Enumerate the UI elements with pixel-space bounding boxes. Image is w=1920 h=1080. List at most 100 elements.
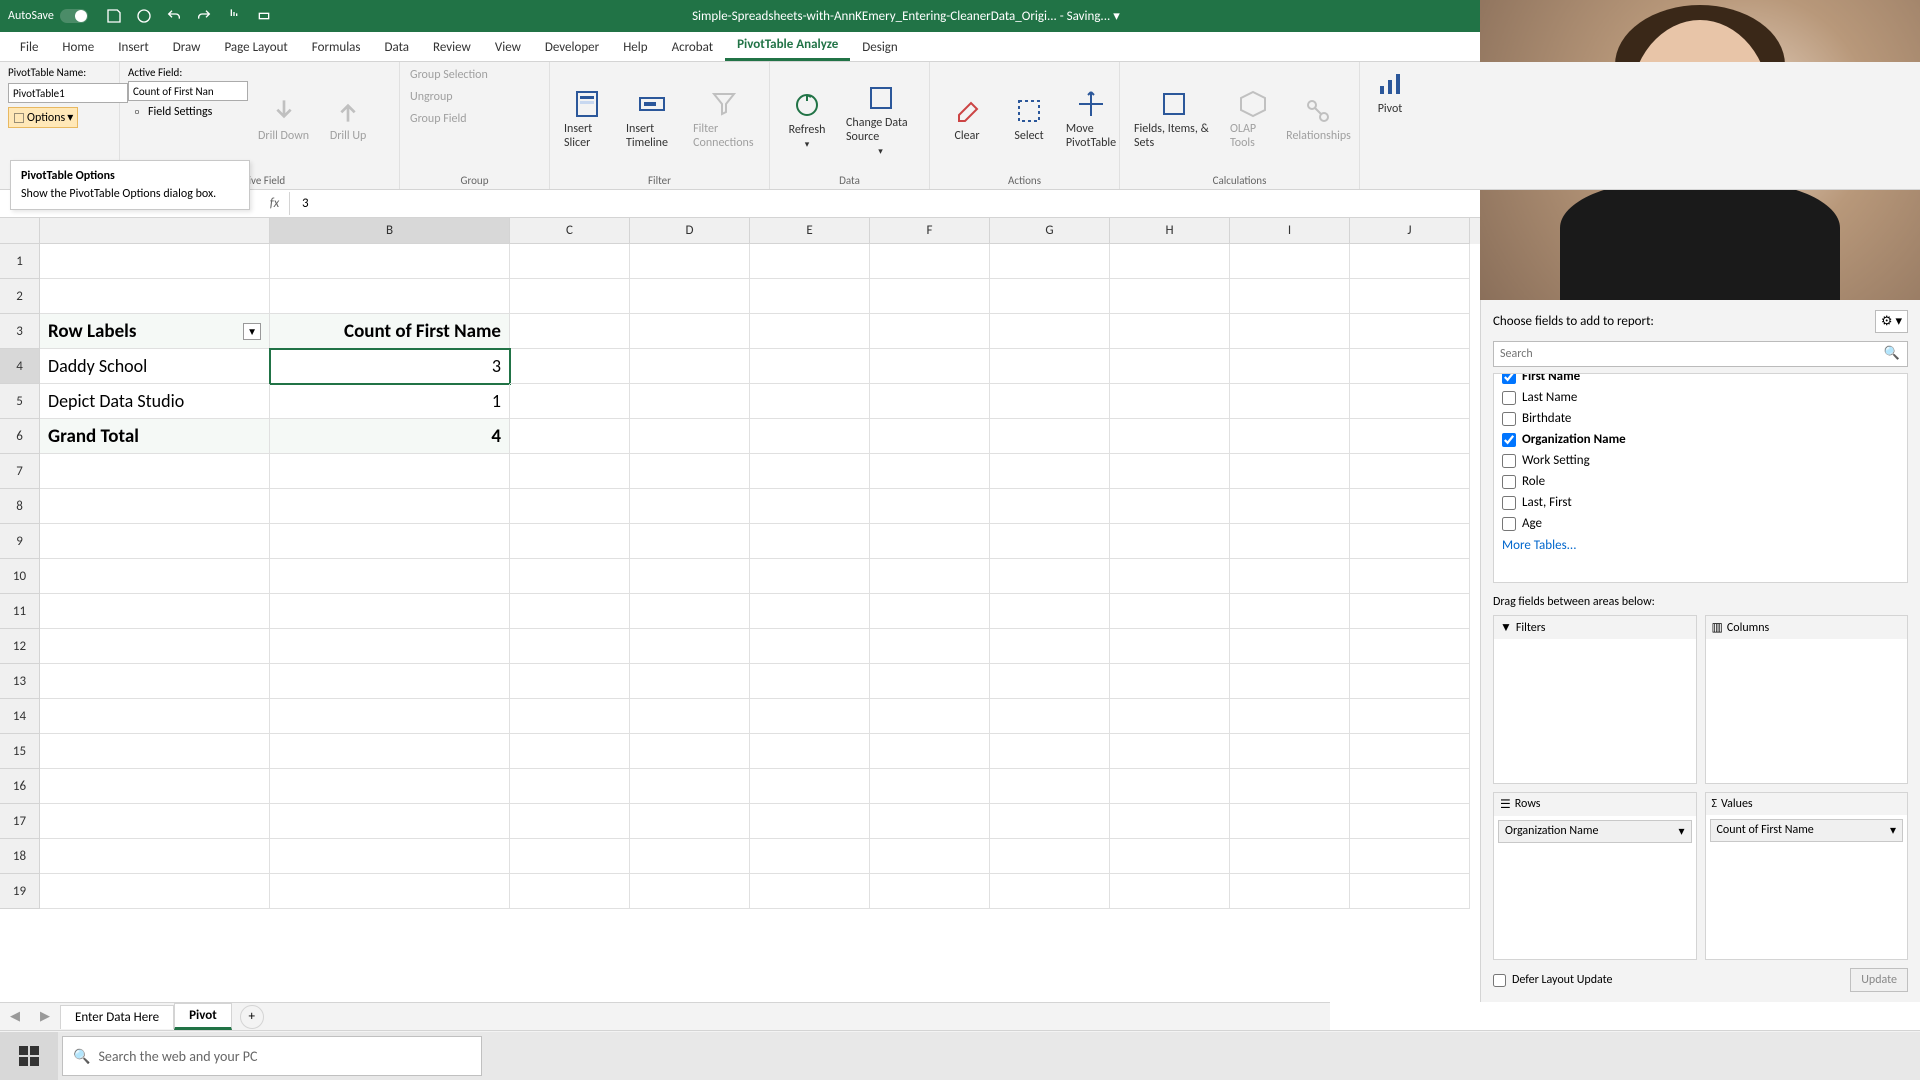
- fields-items-sets-button[interactable]: Fields, Items, & Sets: [1128, 66, 1220, 172]
- formula-value[interactable]: 3: [290, 196, 321, 211]
- pivottable-name-input[interactable]: [8, 83, 128, 103]
- tab-pivottable-analyze[interactable]: PivotTable Analyze: [725, 31, 850, 61]
- field-item[interactable]: Birthdate: [1494, 408, 1907, 429]
- col-header[interactable]: J: [1350, 218, 1470, 244]
- refresh-button[interactable]: Refresh ▾: [778, 66, 836, 172]
- field-checkbox[interactable]: [1502, 412, 1516, 426]
- more-tables-link[interactable]: More Tables...: [1494, 534, 1907, 557]
- row-header[interactable]: 2: [0, 279, 40, 314]
- field-pane-gear-button[interactable]: ⚙ ▾: [1875, 310, 1908, 333]
- pivot-row-value[interactable]: 1: [270, 384, 510, 419]
- row-header[interactable]: 3: [0, 314, 40, 349]
- col-header[interactable]: C: [510, 218, 630, 244]
- col-header[interactable]: I: [1230, 218, 1350, 244]
- rows-area[interactable]: ☰Rows Organization Name▾: [1493, 792, 1697, 961]
- col-header[interactable]: E: [750, 218, 870, 244]
- values-pill[interactable]: Count of First Name▾: [1710, 819, 1904, 842]
- tab-draw[interactable]: Draw: [161, 34, 213, 61]
- field-item[interactable]: Role: [1494, 471, 1907, 492]
- sheet-tab[interactable]: Pivot: [174, 1003, 232, 1030]
- sheet-nav-prev[interactable]: ◀: [0, 1009, 30, 1024]
- tab-data[interactable]: Data: [373, 34, 422, 61]
- field-search-input[interactable]: [1493, 341, 1908, 367]
- row-header[interactable]: 13: [0, 664, 40, 699]
- print-icon[interactable]: [256, 8, 272, 24]
- col-header[interactable]: D: [630, 218, 750, 244]
- field-item[interactable]: Age: [1494, 513, 1907, 534]
- col-header[interactable]: G: [990, 218, 1110, 244]
- sheet-tab[interactable]: Enter Data Here: [60, 1005, 174, 1029]
- row-header[interactable]: 1: [0, 244, 40, 279]
- tab-file[interactable]: File: [8, 34, 50, 61]
- row-header[interactable]: 9: [0, 524, 40, 559]
- pivot-row-label[interactable]: Depict Data Studio: [40, 384, 270, 419]
- row-header[interactable]: 17: [0, 804, 40, 839]
- tab-view[interactable]: View: [483, 34, 533, 61]
- field-item[interactable]: Organization Name: [1494, 429, 1907, 450]
- taskbar-search[interactable]: 🔍 Search the web and your PC: [62, 1036, 482, 1076]
- row-header[interactable]: 19: [0, 874, 40, 909]
- options-button[interactable]: Options ▾: [8, 107, 78, 128]
- tab-home[interactable]: Home: [50, 34, 106, 61]
- field-checkbox[interactable]: [1502, 391, 1516, 405]
- tab-help[interactable]: Help: [611, 34, 659, 61]
- field-checkbox[interactable]: [1502, 454, 1516, 468]
- values-area[interactable]: ΣValues Count of First Name▾: [1705, 792, 1909, 961]
- field-checkbox[interactable]: [1502, 517, 1516, 531]
- field-item[interactable]: Work Setting: [1494, 450, 1907, 471]
- col-header[interactable]: [40, 218, 270, 244]
- touch-icon[interactable]: [226, 8, 242, 24]
- row-header[interactable]: 4: [0, 349, 40, 384]
- row-header[interactable]: 11: [0, 594, 40, 629]
- columns-area[interactable]: ▥Columns: [1705, 615, 1909, 784]
- move-pivottable-button[interactable]: Move PivotTable: [1062, 66, 1120, 172]
- change-data-source-button[interactable]: Change Data Source ▾: [840, 66, 921, 172]
- insert-timeline-button[interactable]: Insert Timeline: [620, 66, 683, 172]
- field-checkbox[interactable]: [1502, 475, 1516, 489]
- clear-button[interactable]: Clear: [938, 66, 996, 172]
- active-field-input[interactable]: [128, 81, 248, 101]
- pivot-row-label[interactable]: Daddy School: [40, 349, 270, 384]
- tab-review[interactable]: Review: [421, 34, 483, 61]
- fx-icon[interactable]: fx: [260, 192, 290, 215]
- pivot-count-header[interactable]: Count of First Name: [270, 314, 510, 349]
- filter-dropdown-icon[interactable]: ▼: [243, 323, 261, 340]
- field-checkbox[interactable]: [1502, 373, 1516, 384]
- field-list[interactable]: First Name Last Name Birthdate Organizat…: [1493, 373, 1908, 583]
- field-item[interactable]: First Name: [1494, 373, 1907, 387]
- tab-acrobat[interactable]: Acrobat: [660, 34, 726, 61]
- defer-checkbox[interactable]: [1493, 974, 1506, 987]
- save-icon[interactable]: [106, 8, 122, 24]
- pivot-grand-total-label[interactable]: Grand Total: [40, 419, 270, 454]
- row-header[interactable]: 18: [0, 839, 40, 874]
- field-settings-button[interactable]: Field Settings: [128, 103, 248, 121]
- autosave-icon[interactable]: [136, 8, 152, 24]
- row-header[interactable]: 15: [0, 734, 40, 769]
- col-header[interactable]: F: [870, 218, 990, 244]
- field-checkbox[interactable]: [1502, 496, 1516, 510]
- col-header[interactable]: H: [1110, 218, 1230, 244]
- row-header[interactable]: 16: [0, 769, 40, 804]
- start-button[interactable]: [0, 1032, 58, 1080]
- row-header[interactable]: 14: [0, 699, 40, 734]
- sheet-nav-next[interactable]: ▶: [30, 1009, 60, 1024]
- select-button[interactable]: Select: [1000, 66, 1058, 172]
- filters-area[interactable]: ▼Filters: [1493, 615, 1697, 784]
- row-header[interactable]: 7: [0, 454, 40, 489]
- row-header[interactable]: 10: [0, 559, 40, 594]
- pivot-row-value[interactable]: 3: [270, 349, 510, 384]
- field-item[interactable]: Last Name: [1494, 387, 1907, 408]
- rows-pill[interactable]: Organization Name▾: [1498, 820, 1692, 843]
- autosave-toggle[interactable]: AutoSave: [0, 9, 96, 23]
- insert-slicer-button[interactable]: Insert Slicer: [558, 66, 616, 172]
- field-item[interactable]: Last, First: [1494, 492, 1907, 513]
- row-header[interactable]: 5: [0, 384, 40, 419]
- col-header[interactable]: B: [270, 218, 510, 244]
- tab-design[interactable]: Design: [850, 34, 909, 61]
- row-header[interactable]: 12: [0, 629, 40, 664]
- toggle-switch[interactable]: [60, 9, 88, 23]
- row-header[interactable]: 6: [0, 419, 40, 454]
- tab-developer[interactable]: Developer: [533, 34, 611, 61]
- tab-formulas[interactable]: Formulas: [300, 34, 373, 61]
- pivotchart-button[interactable]: Pivot: [1368, 66, 1412, 118]
